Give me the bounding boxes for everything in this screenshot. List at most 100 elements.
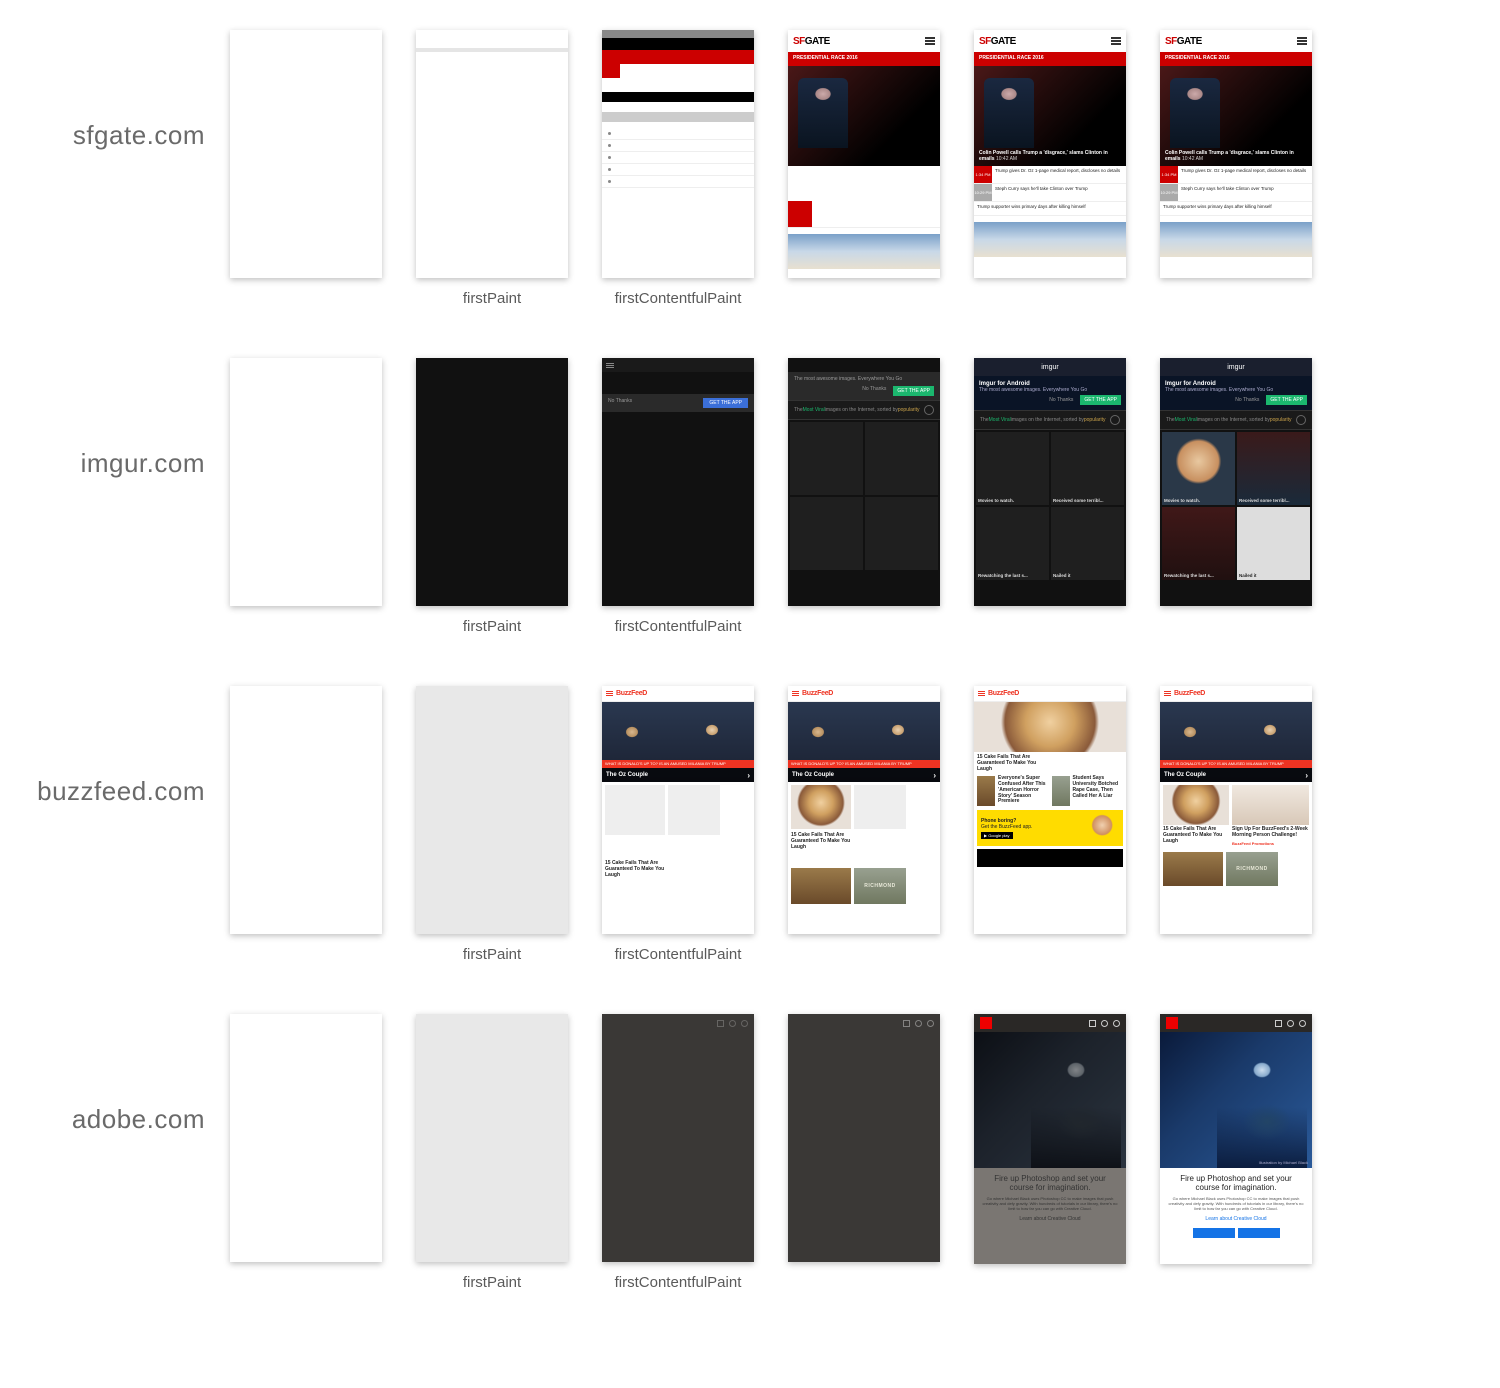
sfgate-hero-photo <box>798 78 848 148</box>
user-icon[interactable] <box>1113 1020 1120 1027</box>
imgur-tile[interactable] <box>865 422 938 495</box>
imgur-tile[interactable] <box>865 497 938 570</box>
user-icon[interactable] <box>927 1020 934 1027</box>
imgur-tile[interactable] <box>790 497 863 570</box>
menu-icon[interactable] <box>606 691 613 696</box>
imgur-tile[interactable]: Movies to watch. <box>1162 432 1235 505</box>
adobe-secondary-button[interactable] <box>1238 1228 1280 1238</box>
imgur-no-thanks[interactable]: No Thanks <box>608 398 699 408</box>
user-icon[interactable] <box>1299 1020 1306 1027</box>
caption-firstpaint: firstPaint <box>463 1274 521 1292</box>
imgur-tile[interactable] <box>790 422 863 495</box>
imgur-tile[interactable]: Received some terribl... <box>1237 432 1310 505</box>
buzzfeed-thumb-skeleton <box>854 785 906 829</box>
menu-icon[interactable] <box>606 363 614 368</box>
sfgate-hero[interactable]: Colin Powell calls Trump a 'disgrace,' s… <box>974 66 1126 166</box>
imgur-frame-firstpaint <box>416 358 568 606</box>
imgur-tile[interactable]: Rewatching the last s... <box>1162 507 1235 580</box>
buzzfeed-thumb[interactable] <box>1163 852 1223 886</box>
sfgate-list-item[interactable]: 10:29 PMSteph Curry says he'll take Clin… <box>974 184 1126 202</box>
menu-icon[interactable] <box>1111 37 1121 45</box>
buzzfeed-frame-blank <box>230 686 382 934</box>
buzzfeed-thumb[interactable] <box>1163 785 1229 825</box>
imgur-frame-blank <box>230 358 382 606</box>
adobe-cta-link[interactable]: Learn about Creative Cloud <box>1168 1216 1304 1222</box>
menu-icon[interactable] <box>1164 691 1171 696</box>
buzzfeed-hero[interactable]: WHAT IS DONALD'S UP TO? IS AN AMUSED MIL… <box>788 702 940 782</box>
buzzfeed-thumb[interactable]: RICHMOND <box>1226 852 1278 886</box>
refresh-icon[interactable] <box>1110 415 1120 425</box>
buzzfeed-frame-firstpaint <box>416 686 568 934</box>
search-icon[interactable] <box>729 1020 736 1027</box>
imgur-tile[interactable]: Nailed it <box>1051 507 1124 580</box>
buzzfeed-story-title[interactable]: Student Says University Botched Rape Cas… <box>1073 776 1124 799</box>
sfgate-frame-6: SFGATE PRESIDENTIAL RACE 2016 Colin Powe… <box>1160 30 1312 278</box>
sfgate-list-item[interactable]: Trump supporter wins primary days after … <box>974 202 1126 216</box>
adobe-hero: Illustration by Michael Black <box>1160 1032 1312 1168</box>
sfgate-header: SFGATE <box>788 30 940 52</box>
imgur-no-thanks[interactable]: No Thanks <box>1049 397 1073 403</box>
imgur-app-banner[interactable]: Imgur for Android The most awesome image… <box>974 376 1126 410</box>
search-icon[interactable] <box>1101 1020 1108 1027</box>
menu-icon[interactable] <box>978 691 985 696</box>
user-icon[interactable] <box>741 1020 748 1027</box>
imgur-tile[interactable]: Rewatching the last s... <box>976 507 1049 580</box>
imgur-get-app-button[interactable]: GET THE APP <box>893 386 934 396</box>
caption-fcp: firstContentfulPaint <box>615 618 742 636</box>
sfgate-list-item[interactable]: Trump supporter wins primary days after … <box>1160 202 1312 216</box>
buzzfeed-thumb[interactable] <box>1232 785 1309 825</box>
imgur-tile[interactable]: Movies to watch. <box>976 432 1049 505</box>
refresh-icon[interactable] <box>924 405 934 415</box>
buzzfeed-story-title[interactable]: 15 Cake Fails That Are Guaranteed To Mak… <box>1163 827 1229 844</box>
row-buzzfeed: buzzfeed.com firstPaint BuzzFeeD WHAT IS… <box>20 686 1480 964</box>
imgur-get-app-button[interactable]: GET THE APP <box>1080 395 1121 405</box>
frames-sfgate: firstPaint fi <box>230 30 1312 308</box>
adobe-body-text: Go where Michael Black uses Photoshop CC… <box>1168 1196 1304 1212</box>
imgur-header: imgur <box>974 358 1126 376</box>
imgur-sort-bar[interactable]: The Most Viral images on the Internet, s… <box>788 400 940 420</box>
sfgate-list-item[interactable]: 10:29 PMSteph Curry says he'll take Clin… <box>1160 184 1312 202</box>
imgur-tile[interactable]: Received some terribl... <box>1051 432 1124 505</box>
menu-icon[interactable] <box>717 1020 724 1027</box>
buzzfeed-story-title[interactable]: Everyone's Super Confused After This 'Am… <box>998 776 1049 805</box>
buzzfeed-story-title[interactable]: 15 Cake Fails That Are Guaranteed To Mak… <box>791 833 851 850</box>
imgur-frame-6: imgur Imgur for Android The most awesome… <box>1160 358 1312 606</box>
imgur-frame-4: The most awesome images. Everywhere You … <box>788 358 940 606</box>
menu-icon[interactable] <box>903 1020 910 1027</box>
buzzfeed-thumb[interactable] <box>977 776 995 806</box>
buzzfeed-thumb[interactable]: RICHMOND <box>854 868 906 904</box>
menu-icon[interactable] <box>792 691 799 696</box>
sfgate-frame-4: SFGATE PRESIDENTIAL RACE 2016 <box>788 30 940 278</box>
buzzfeed-story-title[interactable]: Sign Up For BuzzFeed's 2-Week Morning Pe… <box>1232 827 1309 839</box>
buzzfeed-thumb[interactable] <box>1052 776 1070 806</box>
buzzfeed-ad-hero[interactable] <box>974 702 1126 752</box>
buzzfeed-story-title[interactable]: 15 Cake Fails That Are Guaranteed To Mak… <box>605 861 665 878</box>
buzzfeed-hero[interactable]: WHAT IS DONALD'S UP TO? IS AN AMUSED MIL… <box>1160 702 1312 782</box>
sfgate-list-item[interactable]: 1:34 PMTrump gives Dr. Oz 1-page medical… <box>974 166 1126 184</box>
imgur-tile[interactable]: Nailed it <box>1237 507 1310 580</box>
buzzfeed-hero[interactable]: WHAT IS DONALD'S UP TO? IS AN AMUSED MIL… <box>602 702 754 782</box>
sfgate-list-item[interactable]: 1:34 PMTrump gives Dr. Oz 1-page medical… <box>1160 166 1312 184</box>
buzzfeed-thumb[interactable] <box>791 785 851 829</box>
adobe-primary-button[interactable] <box>1193 1228 1235 1238</box>
menu-icon[interactable] <box>1297 37 1307 45</box>
google-play-badge[interactable]: ▶ Google play <box>981 832 1013 839</box>
buzzfeed-thumb[interactable] <box>791 868 851 904</box>
buzzfeed-story-title[interactable]: 15 Cake Fails That Are Guaranteed To Mak… <box>977 755 1047 772</box>
sfgate-hero[interactable] <box>788 66 940 166</box>
buzzfeed-app-ad[interactable]: Phone boring?Get the BuzzFeed app.▶ Goog… <box>977 810 1123 846</box>
imgur-app-banner[interactable]: Imgur for Android The most awesome image… <box>1160 376 1312 410</box>
adobe-cta-link[interactable]: Learn about Creative Cloud <box>982 1216 1118 1222</box>
caption-fcp: firstContentfulPaint <box>615 1274 742 1292</box>
search-icon[interactable] <box>1287 1020 1294 1027</box>
menu-icon[interactable] <box>1089 1020 1096 1027</box>
imgur-no-thanks[interactable]: No Thanks <box>862 386 886 396</box>
sfgate-sky-image <box>788 234 940 269</box>
search-icon[interactable] <box>915 1020 922 1027</box>
site-label-adobe: adobe.com <box>20 1014 230 1135</box>
menu-icon[interactable] <box>925 37 935 45</box>
refresh-icon[interactable] <box>1296 415 1306 425</box>
sfgate-hero[interactable]: Colin Powell calls Trump a 'disgrace,' s… <box>1160 66 1312 166</box>
imgur-get-app-button[interactable]: GET THE APP <box>703 398 748 408</box>
menu-icon[interactable] <box>1275 1020 1282 1027</box>
